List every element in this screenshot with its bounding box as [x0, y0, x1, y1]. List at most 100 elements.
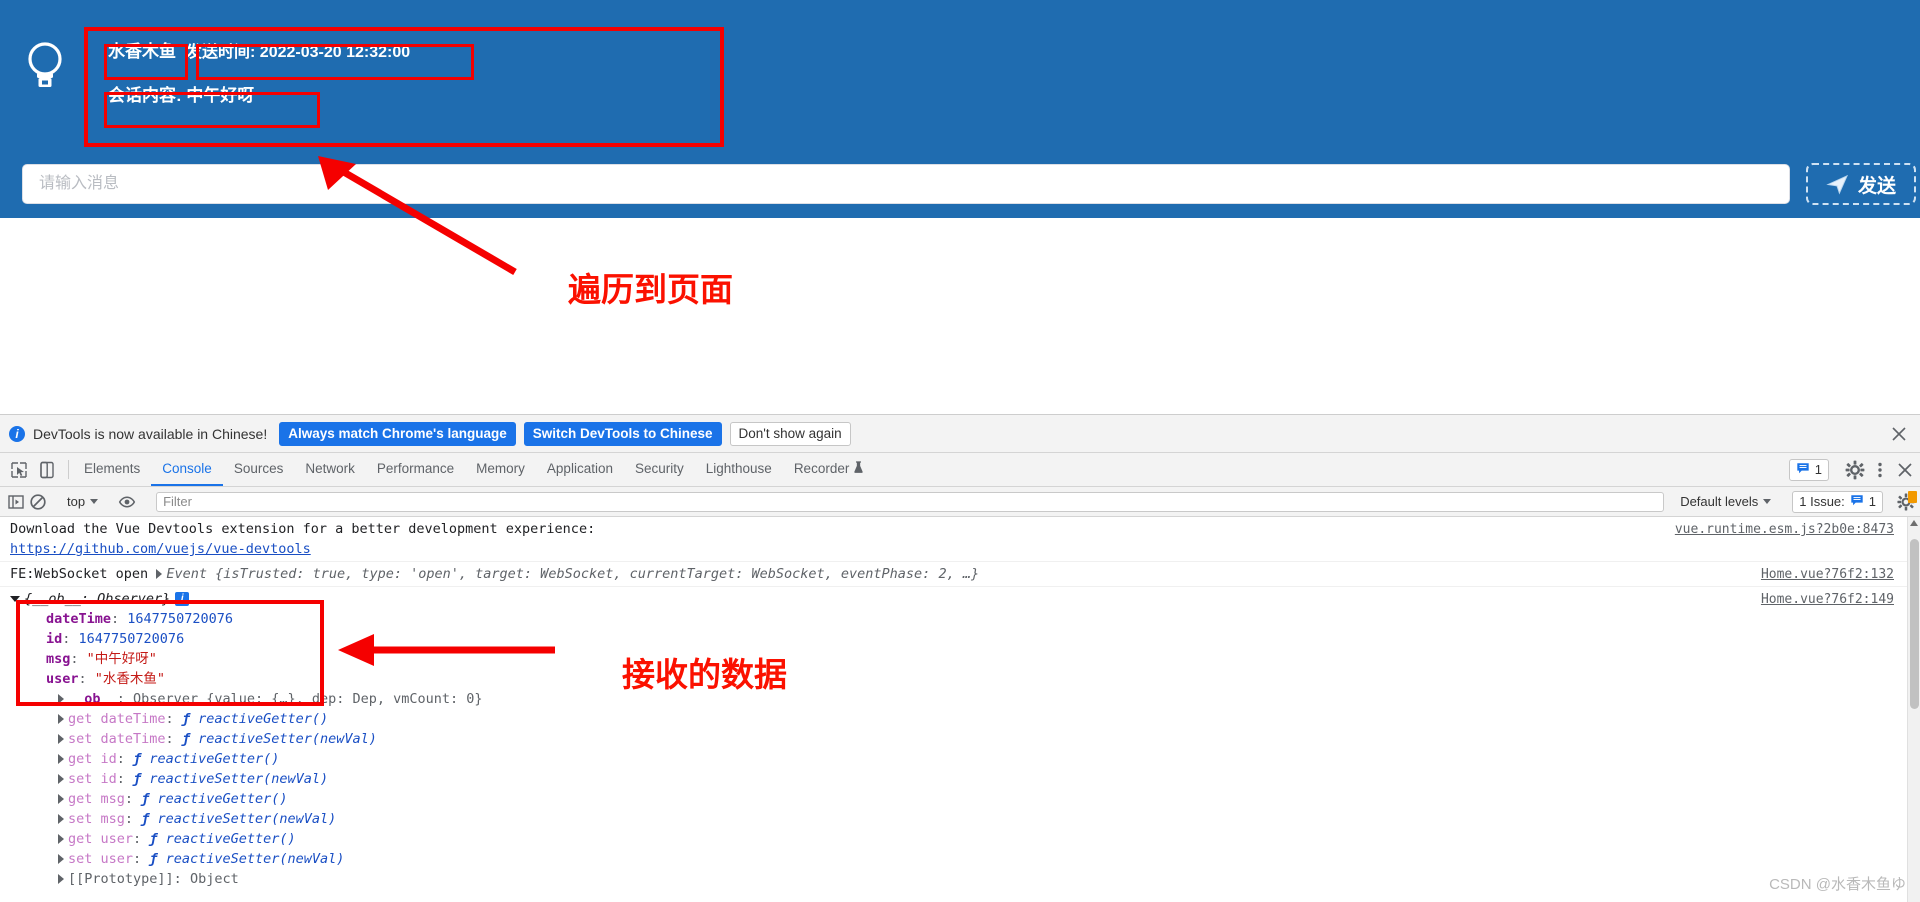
observer-object-header: {__ob__: Observer}	[24, 591, 171, 607]
log-text: Download the Vue Devtools extension for …	[10, 521, 596, 537]
expand-triangle-icon[interactable]	[58, 834, 64, 844]
object-property[interactable]: id: 1647750720076	[10, 629, 1920, 649]
tab-performance[interactable]: Performance	[366, 453, 465, 486]
divider	[68, 460, 69, 479]
tab-sources[interactable]: Sources	[223, 453, 295, 486]
message-bubble-icon	[1850, 493, 1864, 510]
expand-triangle-icon[interactable]	[58, 754, 64, 764]
tab-network[interactable]: Network	[294, 453, 366, 486]
console-log-row[interactable]: Home.vue?76f2:149 {__ob__: Observer} i da…	[0, 587, 1920, 891]
console-sidebar-icon[interactable]	[6, 492, 26, 512]
console-log-row[interactable]: Home.vue?76f2:132 FE:WebSocket open Even…	[0, 562, 1920, 587]
console-log-row[interactable]: vue.runtime.esm.js?2b0e:8473 Download th…	[0, 517, 1920, 562]
switch-devtools-language-button[interactable]: Switch DevTools to Chinese	[523, 421, 722, 446]
kebab-menu-icon[interactable]	[1869, 459, 1891, 481]
expand-triangle-icon[interactable]	[58, 854, 64, 864]
lightbulb-icon	[22, 38, 68, 92]
log-link[interactable]: https://github.com/vuejs/vue-devtools	[10, 541, 311, 557]
devtools-tabstrip: Elements Console Sources Network Perform…	[0, 453, 1920, 487]
console-log-area[interactable]: vue.runtime.esm.js?2b0e:8473 Download th…	[0, 517, 1920, 902]
log-object-preview: Event {isTrusted: true, type: 'open', ta…	[166, 566, 980, 582]
object-property[interactable]: set id: ƒ reactiveSetter(newVal)	[10, 769, 1920, 789]
tab-recorder[interactable]: Recorder	[783, 453, 876, 486]
clear-console-icon[interactable]	[28, 492, 48, 512]
expand-triangle-icon[interactable]	[58, 714, 64, 724]
always-match-language-button[interactable]: Always match Chrome's language	[279, 421, 516, 446]
devtools-tabs: Elements Console Sources Network Perform…	[73, 453, 875, 486]
tab-application[interactable]: Application	[536, 453, 624, 486]
close-icon[interactable]	[1894, 459, 1916, 481]
object-property[interactable]: get dateTime: ƒ reactiveGetter()	[10, 709, 1920, 729]
object-property[interactable]: set msg: ƒ reactiveSetter(newVal)	[10, 809, 1920, 829]
chat-message-user: 水香木鱼	[108, 42, 176, 61]
chat-message-list: 水香木鱼 发送时间: 2022-03-20 12:32:00 会话内容: 中午好…	[0, 0, 1920, 150]
flask-icon	[853, 460, 864, 477]
expand-triangle-icon[interactable]	[58, 734, 64, 744]
message-bubble-icon	[1796, 461, 1810, 478]
chevron-down-icon	[1763, 499, 1772, 504]
expand-triangle-icon[interactable]	[58, 814, 64, 824]
gear-icon[interactable]	[1844, 459, 1866, 481]
source-link[interactable]: vue.runtime.esm.js?2b0e:8473	[1675, 520, 1894, 540]
scroll-up-icon[interactable]	[1910, 520, 1918, 526]
dont-show-again-button[interactable]: Don't show again	[729, 421, 851, 446]
object-property[interactable]: get msg: ƒ reactiveGetter()	[10, 789, 1920, 809]
object-property[interactable]: set user: ƒ reactiveSetter(newVal)	[10, 849, 1920, 869]
tab-security[interactable]: Security	[624, 453, 695, 486]
object-property[interactable]: [[Prototype]]: Object	[10, 869, 1920, 889]
info-icon[interactable]: i	[175, 592, 190, 606]
log-levels-value: Default levels	[1680, 494, 1759, 509]
paper-plane-icon	[1826, 173, 1849, 196]
expand-triangle-icon[interactable]	[156, 569, 163, 579]
chat-app: 水香木鱼 发送时间: 2022-03-20 12:32:00 会话内容: 中午好…	[0, 0, 1920, 218]
live-expression-icon[interactable]	[117, 492, 137, 512]
tab-memory[interactable]: Memory	[465, 453, 536, 486]
screenshot-root: 水香木鱼 发送时间: 2022-03-20 12:32:00 会话内容: 中午好…	[0, 0, 1920, 902]
chat-message-content: 会话内容: 中午好呀	[108, 86, 255, 105]
inspect-element-icon[interactable]	[8, 459, 30, 481]
expand-triangle-icon[interactable]	[58, 794, 64, 804]
object-property[interactable]: __ob__: Observer {value: {…}, dep: Dep, …	[10, 689, 1920, 709]
device-toolbar-icon[interactable]	[36, 459, 58, 481]
close-icon[interactable]	[1890, 425, 1908, 443]
object-property[interactable]: set dateTime: ƒ reactiveSetter(newVal)	[10, 729, 1920, 749]
execution-context-select[interactable]: top	[61, 494, 104, 509]
console-toolbar: top Default levels 1 Issue:	[0, 487, 1920, 517]
console-filter-input[interactable]	[156, 491, 1665, 512]
tab-lighthouse[interactable]: Lighthouse	[695, 453, 783, 486]
object-property[interactable]: dateTime: 1647750720076	[10, 609, 1920, 629]
messages-count-pill[interactable]: 1	[1788, 458, 1829, 481]
object-property[interactable]: user: "水香木鱼"	[10, 669, 1920, 689]
console-scrollbar[interactable]	[1907, 517, 1920, 902]
chat-message-header: 水香木鱼 发送时间: 2022-03-20 12:32:00	[108, 38, 410, 66]
execution-context-value: top	[67, 494, 86, 509]
object-property[interactable]: get user: ƒ reactiveGetter()	[10, 829, 1920, 849]
language-notification-message: DevTools is now available in Chinese!	[33, 425, 268, 442]
object-property[interactable]: msg: "中午好呀"	[10, 649, 1920, 669]
update-badge	[1908, 490, 1917, 503]
message-input[interactable]	[22, 164, 1790, 204]
log-levels-select[interactable]: Default levels	[1672, 494, 1779, 509]
tab-elements[interactable]: Elements	[73, 453, 151, 486]
object-property[interactable]: get id: ƒ reactiveGetter()	[10, 749, 1920, 769]
messages-count: 1	[1814, 462, 1822, 477]
issues-count: 1	[1868, 494, 1876, 509]
chat-input-bar: 发送	[0, 150, 1920, 218]
send-button-label: 发送	[1857, 175, 1896, 197]
devtools-panel: i DevTools is now available in Chinese! …	[0, 414, 1920, 902]
scrollbar-thumb[interactable]	[1910, 539, 1919, 709]
expand-triangle-icon[interactable]	[58, 694, 64, 704]
log-prefix: FE:WebSocket open	[10, 566, 149, 582]
console-settings-gear-icon[interactable]	[1896, 490, 1917, 512]
issues-pill[interactable]: 1 Issue: 1	[1792, 490, 1883, 513]
tab-console[interactable]: Console	[151, 453, 223, 486]
chevron-down-icon	[90, 499, 99, 504]
source-link[interactable]: Home.vue?76f2:132	[1761, 565, 1894, 585]
expand-triangle-icon[interactable]	[58, 874, 64, 884]
source-link[interactable]: Home.vue?76f2:149	[1761, 590, 1894, 610]
chat-message-time: 发送时间: 2022-03-20 12:32:00	[186, 44, 411, 61]
expand-triangle-icon[interactable]	[58, 774, 64, 784]
collapse-triangle-icon[interactable]	[10, 596, 20, 602]
devtools-tabstrip-actions: 1	[1788, 453, 1920, 486]
send-button[interactable]: 发送	[1806, 163, 1916, 205]
